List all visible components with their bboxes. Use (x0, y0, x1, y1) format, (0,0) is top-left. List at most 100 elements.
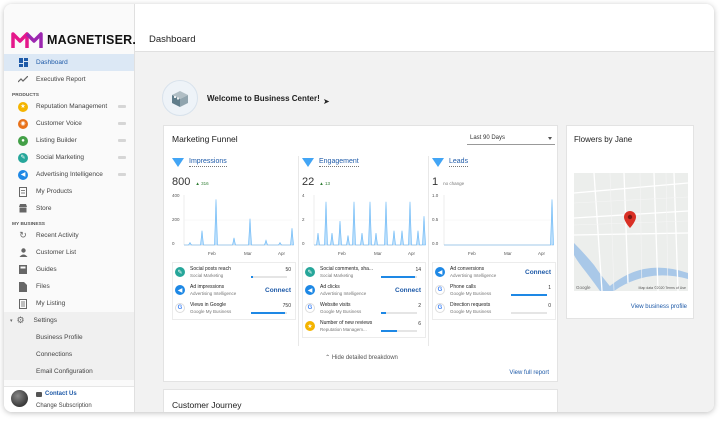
column-divider (298, 156, 299, 346)
column-title[interactable]: Engagement (319, 158, 359, 167)
sidebar-item-my-listing[interactable]: My Listing (4, 295, 134, 312)
map-logo: Google (576, 285, 591, 290)
metric-name: Ad clicks (320, 284, 340, 290)
google-icon: G (435, 285, 445, 295)
connect-button[interactable]: Connect (395, 287, 421, 294)
view-business-profile-link[interactable]: View business profile (631, 304, 687, 310)
metric-row[interactable]: G Phone calls Google My Business 1 (435, 284, 555, 301)
sidebar-item-customer-list[interactable]: Customer List (4, 244, 134, 261)
column-header: Leads (432, 156, 556, 168)
connect-button[interactable]: Connect (525, 269, 551, 276)
brand-logo[interactable]: MAGNETISER. (11, 28, 136, 52)
metric-row[interactable]: G Views in Google Google My Business 750 (175, 302, 295, 319)
sidebar-item-files[interactable]: Files (4, 278, 134, 295)
sidebar-item-recent-activity[interactable]: ↻ Recent Activity (4, 227, 134, 244)
marketing-funnel-card: Marketing Funnel Last 90 Days Impression… (163, 125, 558, 382)
connect-button[interactable]: Connect (265, 287, 291, 294)
google-icon: G (175, 303, 185, 313)
contact-us-link[interactable]: Contact Us (36, 391, 77, 397)
metric-progress-fill (251, 312, 286, 314)
x-tick-label: Feb (208, 251, 216, 256)
sidebar-item-label: Listing Builder (36, 137, 77, 144)
dashboard-icon (18, 58, 28, 68)
x-tick-label: Mar (374, 251, 382, 256)
location-pin-icon[interactable] (624, 211, 636, 228)
sidebar-item-advertising-intelligence[interactable]: ◀ Advertising Intelligence (4, 166, 134, 183)
hide-breakdown-label: Hide detailed breakdown (331, 355, 398, 361)
metric-value: 14 (415, 267, 421, 273)
sidebar-item-dashboard[interactable]: Dashboard (4, 54, 134, 71)
avatar[interactable] (11, 390, 28, 407)
star-icon: ★ (18, 101, 28, 112)
metric-value: 50 (285, 267, 291, 273)
column-divider (428, 156, 429, 346)
view-full-report-link[interactable]: View full report (509, 370, 549, 376)
sidebar-subitem-connections[interactable]: Connections (4, 346, 134, 363)
book-icon (18, 265, 28, 275)
sidebar-item-reputation-management[interactable]: ★ Reputation Management (4, 98, 134, 115)
contact-us-label: Contact Us (45, 391, 77, 397)
welcome-text: Welcome to Business Center! (207, 93, 320, 103)
expand-caret-icon: ▾ (10, 317, 13, 324)
metric-row[interactable]: ✎ Social comments, sha... Social Marketing… (305, 266, 425, 283)
metric-progress-bar (251, 276, 287, 278)
trend-chart: 1.0 0.5 0.0 Feb Mar Apr (432, 193, 556, 257)
metric-progress-fill (251, 276, 253, 278)
metric-row[interactable]: G Website visits Google My Business 2 (305, 302, 425, 319)
y-tick-label: 200 (172, 217, 180, 222)
metric-progress-fill (511, 294, 547, 296)
sidebar-item-executive-report[interactable]: Executive Report (4, 71, 134, 88)
metric-value: 2 (418, 303, 421, 309)
metric-total: 22 ▲ 13 (302, 176, 426, 190)
metric-progress-fill (381, 312, 387, 314)
metric-row[interactable]: ◀ Ad clicks Advertising Intelligence Connec… (305, 284, 425, 301)
social-icon: ✎ (175, 267, 185, 277)
top-header: Dashboard (135, 4, 714, 52)
date-range-select[interactable]: Last 90 Days (467, 132, 555, 145)
metric-value: 1 (548, 285, 551, 291)
sidebar-item-listing-builder[interactable]: ● Listing Builder (4, 132, 134, 149)
y-tick-label: 0.5 (432, 217, 439, 222)
products-heading: PRODUCTS (12, 93, 39, 98)
metric-progress-fill (381, 276, 416, 278)
y-tick-label: 1.0 (432, 193, 439, 198)
sidebar-footer: Contact Us Change Subscription (4, 386, 134, 412)
metric-row[interactable]: ◀ Ad impressions Advertising Intelligence C… (175, 284, 295, 301)
sidebar-item-customer-voice[interactable]: ◉ Customer Voice (4, 115, 134, 132)
sidebar-item-label: Settings (33, 317, 58, 324)
sidebar-item-label: Advertising Intelligence (36, 171, 103, 178)
funnel-icon (172, 157, 184, 167)
change-subscription-link[interactable]: Change Subscription (36, 403, 92, 409)
metric-value: 0 (548, 303, 551, 309)
sidebar-subitem-business-profile[interactable]: Business Profile (4, 329, 134, 346)
column-title[interactable]: Impressions (189, 158, 227, 167)
sidebar-item-label: Recent Activity (36, 232, 79, 239)
change-indicator: ▲ 13 (319, 181, 330, 186)
sidebar-subitem-email-configuration[interactable]: Email Configuration (4, 363, 134, 380)
product-status-indicator (118, 139, 126, 142)
metric-row[interactable]: G Direction requests Google My Business 0 (435, 302, 555, 319)
engagement-column: Engagement 22 ▲ 13 4 2 0 Feb Mar Apr ✎ Social comm… (302, 156, 426, 346)
metric-row[interactable]: ◀ Ad conversions Advertising Intelligence C… (435, 266, 555, 283)
metric-row[interactable]: ✎ Social posts reach Social Marketing 50 (175, 266, 295, 283)
change-indicator: no change (443, 181, 465, 186)
pin-icon: ● (18, 135, 28, 146)
ads-icon: ◀ (305, 285, 315, 295)
sidebar-item-label: Customer List (36, 249, 77, 256)
ads-icon: ◀ (18, 169, 28, 180)
business-name: Flowers by Jane (574, 135, 633, 144)
y-tick-label: 0 (172, 241, 175, 246)
sidebar-item-store[interactable]: Store (4, 200, 134, 217)
sidebar-item-guides[interactable]: Guides (4, 261, 134, 278)
hide-breakdown-toggle[interactable]: ⌃ Hide detailed breakdown (164, 354, 559, 361)
sidebar: MAGNETISER. Dashboard Executive Report P… (4, 4, 136, 412)
sidebar-item-social-marketing[interactable]: ✎ Social Marketing (4, 149, 134, 166)
column-title[interactable]: Leads (449, 158, 469, 167)
metric-source: Advertising Intelligence (190, 291, 237, 296)
mouse-cursor-icon: ➤ (323, 97, 330, 106)
sidebar-item-my-products[interactable]: My Products (4, 183, 134, 200)
business-map[interactable]: Google Map data ©2020 Terms of Use (574, 173, 688, 291)
sidebar-item-settings[interactable]: ▾ ⚙ Settings (4, 312, 134, 329)
metric-row[interactable]: ★ Number of new reviews Reputation Managem… (305, 320, 425, 337)
x-tick-label: Apr (538, 251, 546, 256)
